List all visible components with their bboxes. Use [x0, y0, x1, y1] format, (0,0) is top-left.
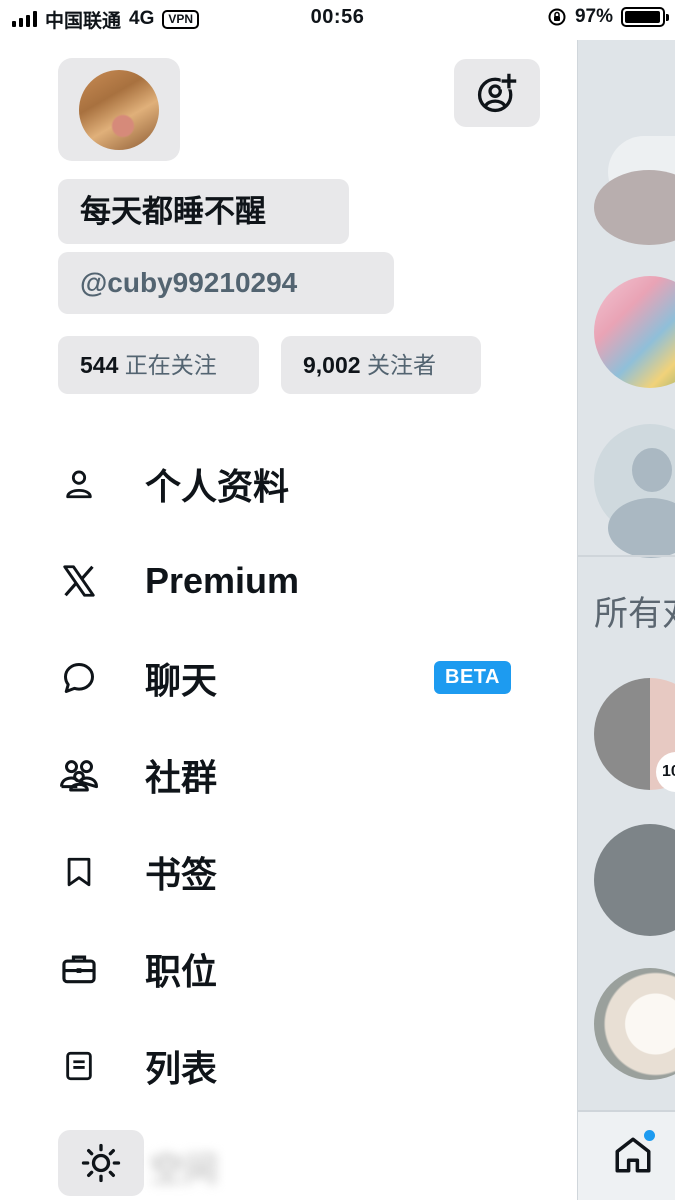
- person-icon: [58, 463, 100, 505]
- communities-icon: [58, 754, 100, 796]
- chat-bubble-icon: [58, 657, 100, 699]
- background-feed-panel: 所有对 10: [577, 40, 675, 1200]
- status-right: 97%: [547, 6, 669, 28]
- menu-item-communities[interactable]: 社群: [0, 726, 577, 823]
- followers-count: 9,002: [303, 352, 361, 378]
- display-name[interactable]: 每天都睡不醒: [58, 179, 349, 244]
- menu-item-label: 职位: [145, 950, 218, 992]
- background-avatar: [594, 276, 675, 388]
- following-stat[interactable]: 544 正在关注: [58, 336, 259, 394]
- side-drawer: 每天都睡不醒 @cuby99210294 544 正在关注 9,002 关注者 …: [0, 40, 577, 1200]
- menu-item-label: 书签: [145, 853, 218, 895]
- background-avatar: [594, 424, 675, 558]
- background-avatar: [594, 824, 675, 936]
- sun-icon: [81, 1143, 121, 1183]
- background-avatar: [594, 170, 675, 245]
- battery-fill: [625, 11, 660, 23]
- menu-item-label: 社群: [145, 756, 218, 798]
- followers-label: 关注者: [366, 352, 436, 378]
- background-avatar: [594, 968, 675, 1080]
- add-account-icon: [477, 72, 518, 113]
- menu-item-profile[interactable]: 个人资料: [0, 435, 577, 532]
- menu-item-premium[interactable]: Premium: [0, 532, 577, 629]
- menu-item-label: 列表: [145, 1047, 218, 1089]
- menu-item-jobs[interactable]: 职位: [0, 920, 577, 1017]
- display-mode-button[interactable]: [58, 1130, 144, 1196]
- orientation-lock-icon: [548, 8, 566, 26]
- menu-item-lists[interactable]: 列表: [0, 1017, 577, 1114]
- user-handle[interactable]: @cuby99210294: [58, 252, 394, 314]
- background-divider: [578, 555, 675, 557]
- background-tab-bar: [578, 1110, 675, 1200]
- background-section-text: 所有对: [594, 595, 675, 633]
- status-bar: 中国联通 4G VPN 00:56 97%: [0, 0, 675, 40]
- notification-dot: [644, 1130, 655, 1141]
- menu-item-chat[interactable]: 聊天 BETA: [0, 629, 577, 726]
- add-account-button[interactable]: [454, 59, 540, 127]
- battery-icon: [621, 7, 669, 27]
- x-logo-icon: [58, 560, 100, 602]
- bookmark-icon: [58, 851, 100, 893]
- menu-item-label: 聊天: [145, 659, 218, 701]
- followers-stat[interactable]: 9,002 关注者: [281, 336, 481, 394]
- menu-item-label: 个人资料: [145, 465, 290, 507]
- avatar: [79, 69, 159, 150]
- briefcase-icon: [58, 948, 100, 990]
- beta-badge: BETA: [434, 661, 511, 694]
- menu-item-bookmarks[interactable]: 书签: [0, 823, 577, 920]
- menu-item-label: Premium: [145, 559, 300, 601]
- following-count: 544: [80, 352, 119, 378]
- blurred-menu-label: 空间: [150, 1151, 218, 1189]
- battery-percent: 97%: [574, 6, 613, 27]
- profile-avatar-button[interactable]: [58, 58, 180, 161]
- following-label: 正在关注: [124, 352, 217, 378]
- list-icon: [58, 1045, 100, 1087]
